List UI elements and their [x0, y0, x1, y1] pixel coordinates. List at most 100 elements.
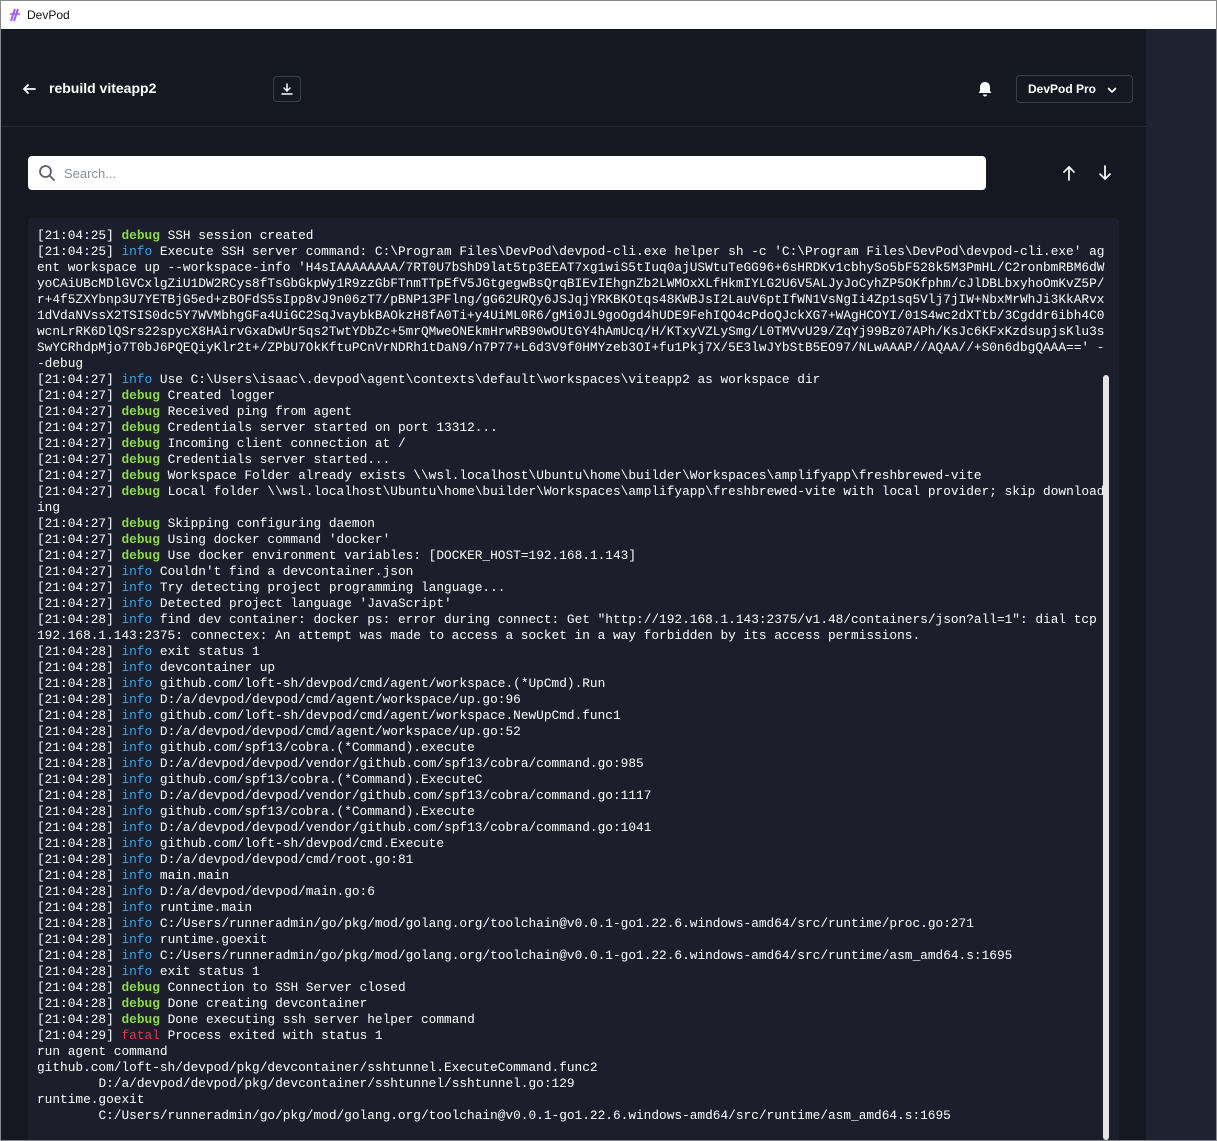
bell-icon[interactable] [976, 80, 994, 98]
log-line: [21:04:28] info github.com/spf13/cobra.(… [37, 772, 1105, 788]
log-level: info [121, 692, 153, 707]
log-message: github.com/spf13/cobra.(*Command).Execut… [159, 804, 475, 819]
log-message: Workspace Folder already exists \\wsl.lo… [167, 468, 982, 483]
log-level: info [121, 756, 153, 771]
log-message: C:/Users/runneradmin/go/pkg/mod/golang.o… [159, 916, 974, 931]
log-level: info [121, 788, 153, 803]
search-icon [39, 165, 55, 181]
log-timestamp: [21:04:28] [37, 756, 114, 771]
log-timestamp: [21:04:27] [37, 564, 114, 579]
log-line: [21:04:25] info Execute SSH server comma… [37, 244, 1105, 372]
log-line: [21:04:27] debug Incoming client connect… [37, 436, 1105, 452]
log-lines: [21:04:25] debug SSH session created [21:… [37, 228, 1105, 1124]
log-line: [21:04:28] info github.com/spf13/cobra.(… [37, 740, 1105, 756]
search-box [28, 156, 986, 190]
page-title: rebuild viteapp2 [49, 80, 157, 96]
download-logs-button[interactable] [273, 76, 301, 102]
devpod-pro-label: DevPod Pro [1028, 82, 1097, 96]
log-line: [21:04:28] debug Done executing ssh serv… [37, 1012, 1105, 1028]
log-message: Local folder \\wsl.localhost\Ubuntu\home… [37, 484, 1105, 515]
log-message: github.com/loft-sh/devpod/cmd/agent/work… [159, 676, 606, 691]
log-message: Use C:\Users\isaac\.devpod\agent\context… [159, 372, 821, 387]
log-timestamp: [21:04:28] [37, 788, 114, 803]
log-timestamp: [21:04:28] [37, 996, 114, 1011]
log-message: Connection to SSH Server closed [167, 980, 406, 995]
log-level: info [121, 644, 153, 659]
log-message: run agent command [37, 1044, 168, 1059]
log-panel: [21:04:25] debug SSH session created [21:… [28, 218, 1119, 1140]
log-level: debug [121, 468, 160, 483]
log-message: github.com/loft-sh/devpod/cmd.Execute [159, 836, 445, 851]
log-line: [21:04:27] debug Local folder \\wsl.loca… [37, 484, 1105, 516]
log-level: info [121, 884, 153, 899]
log-line: [21:04:27] debug Received ping from agen… [37, 404, 1105, 420]
log-message: D:/a/devpod/devpod/cmd/root.go:81 [159, 852, 414, 867]
arrow-down-icon[interactable] [1097, 164, 1113, 182]
log-timestamp: [21:04:27] [37, 420, 114, 435]
log-line: [21:04:28] info D:/a/devpod/devpod/vendo… [37, 756, 1105, 772]
log-timestamp: [21:04:27] [37, 436, 114, 451]
log-message: exit status 1 [159, 644, 260, 659]
devpod-logo-icon [10, 8, 20, 22]
log-line: [21:04:28] info D:/a/devpod/devpod/cmd/a… [37, 692, 1105, 708]
log-timestamp: [21:04:28] [37, 740, 114, 755]
log-level: info [121, 836, 153, 851]
log-timestamp: [21:04:28] [37, 772, 114, 787]
log-level: info [121, 580, 153, 595]
log-scrollbar[interactable] [1103, 375, 1109, 1140]
log-timestamp: [21:04:27] [37, 516, 114, 531]
log-line: [21:04:28] info main.main [37, 868, 1105, 884]
log-line: [21:04:28] info exit status 1 [37, 644, 1105, 660]
log-line: [21:04:28] debug Connection to SSH Serve… [37, 980, 1105, 996]
log-line: [21:04:27] debug Workspace Folder alread… [37, 468, 1105, 484]
log-level: info [121, 932, 153, 947]
log-level: info [121, 244, 153, 259]
log-line: [21:04:28] info devcontainer up [37, 660, 1105, 676]
log-level: info [121, 852, 153, 867]
log-message: D:/a/devpod/devpod/vendor/github.com/spf… [159, 756, 644, 771]
download-icon [281, 83, 293, 95]
log-level: info [121, 740, 153, 755]
log-timestamp: [21:04:28] [37, 868, 114, 883]
log-line: D:/a/devpod/devpod/pkg/devcontainer/ssht… [37, 1076, 1105, 1092]
log-line: [21:04:28] info github.com/loft-sh/devpo… [37, 836, 1105, 852]
log-message: github.com/spf13/cobra.(*Command).Execut… [159, 772, 483, 787]
log-level: debug [121, 484, 160, 499]
arrow-up-icon[interactable] [1061, 164, 1077, 182]
log-line: [21:04:28] info D:/a/devpod/devpod/vendo… [37, 788, 1105, 804]
log-message: Done executing ssh server helper command [167, 1012, 475, 1027]
header: rebuild viteapp2 DevPod Pro [1, 29, 1146, 127]
log-timestamp: [21:04:27] [37, 452, 114, 467]
arrow-left-icon[interactable] [21, 81, 37, 97]
log-message: Using docker command 'docker' [167, 532, 391, 547]
log-timestamp: [21:04:28] [37, 804, 114, 819]
log-line: [21:04:28] info runtime.goexit [37, 932, 1105, 948]
app-main: rebuild viteapp2 DevPod Pro [21:04: [1, 29, 1146, 1140]
log-message: Incoming client connection at / [167, 436, 406, 451]
log-timestamp: [21:04:28] [37, 964, 114, 979]
log-line: [21:04:27] debug Using docker command 'd… [37, 532, 1105, 548]
log-message: devcontainer up [159, 660, 276, 675]
search-input[interactable] [64, 165, 934, 181]
log-level: info [121, 596, 153, 611]
log-level: info [121, 612, 153, 627]
log-line: [21:04:27] debug Skipping configuring da… [37, 516, 1105, 532]
log-line: [21:04:27] info Detected project languag… [37, 596, 1105, 612]
log-line: [21:04:27] debug Credentials server star… [37, 420, 1105, 436]
log-message: D:/a/devpod/devpod/main.go:6 [159, 884, 375, 899]
title-bar: DevPod [1, 1, 1216, 29]
log-message: D:/a/devpod/devpod/pkg/devcontainer/ssht… [37, 1076, 575, 1091]
log-line: [21:04:28] info D:/a/devpod/devpod/cmd/r… [37, 852, 1105, 868]
log-level: info [121, 948, 153, 963]
chevron-down-icon [1107, 87, 1117, 93]
log-timestamp: [21:04:28] [37, 932, 114, 947]
devpod-pro-dropdown[interactable]: DevPod Pro [1016, 75, 1133, 103]
window-title: DevPod [27, 8, 70, 22]
log-line: [21:04:27] debug Created logger [37, 388, 1105, 404]
log-level: info [121, 772, 153, 787]
log-timestamp: [21:04:28] [37, 948, 114, 963]
log-line: [21:04:28] info C:/Users/runneradmin/go/… [37, 948, 1105, 964]
log-level: debug [121, 980, 160, 995]
log-line: [21:04:28] info github.com/loft-sh/devpo… [37, 676, 1105, 692]
log-timestamp: [21:04:28] [37, 852, 114, 867]
